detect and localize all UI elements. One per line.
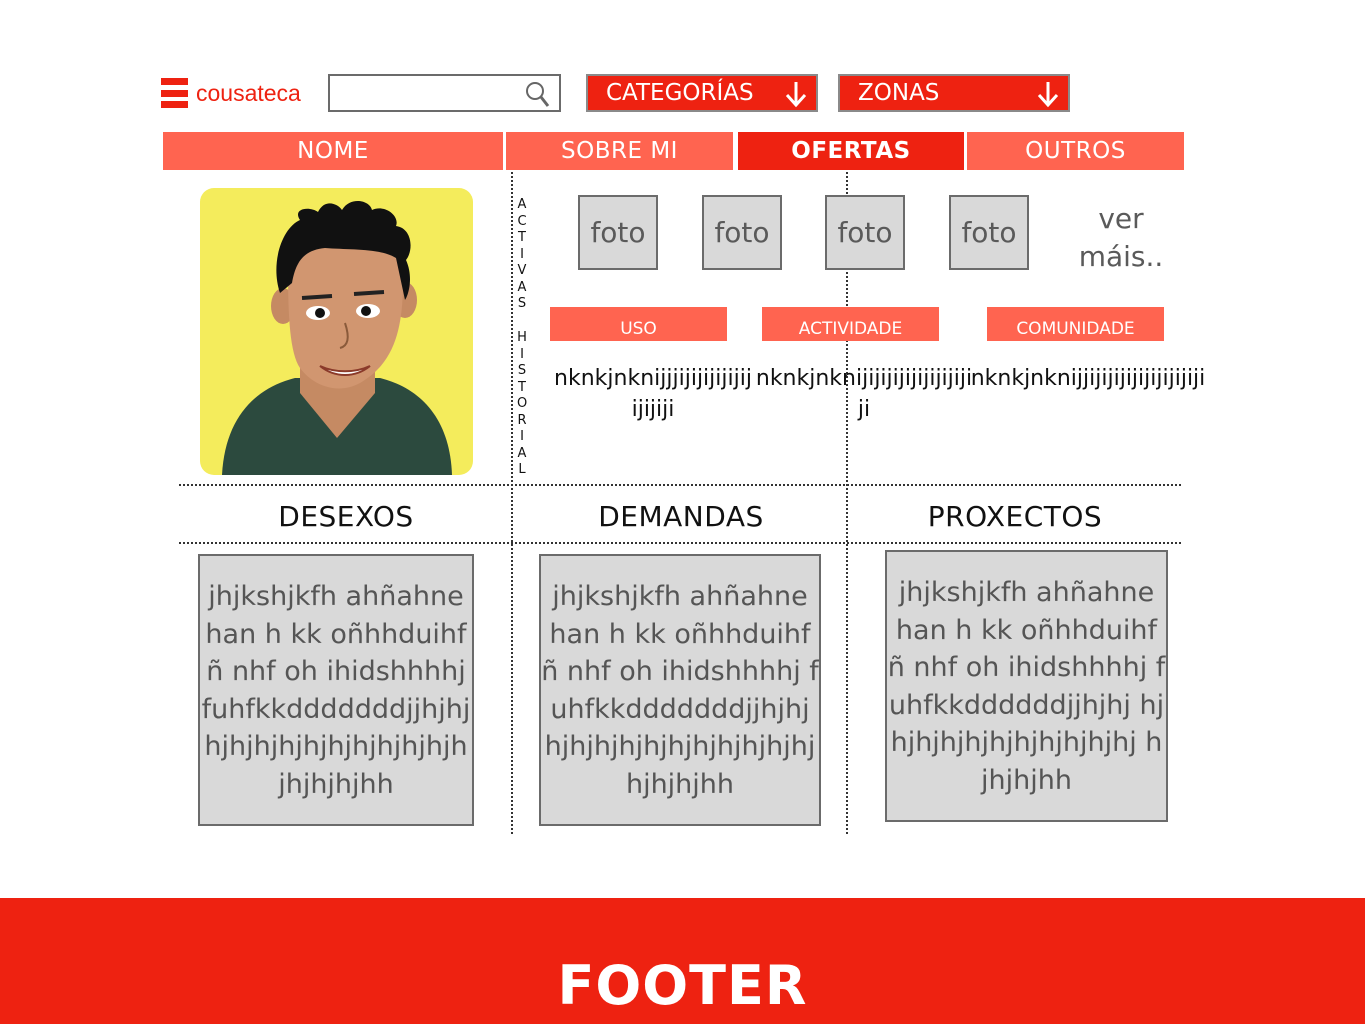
- avatar: [200, 188, 473, 475]
- divider-horizontal: [179, 484, 1181, 486]
- photo-placeholder[interactable]: foto: [949, 195, 1029, 270]
- card-proxectos[interactable]: jhjkshjkfh ahñahne han h kk oñhhduihf ñ …: [885, 550, 1168, 822]
- photo-placeholder[interactable]: foto: [578, 195, 658, 270]
- badge-comunidade[interactable]: COMUNIDADE: [987, 307, 1164, 341]
- zones-dropdown[interactable]: ZONAS: [838, 74, 1070, 112]
- search-box[interactable]: [328, 74, 561, 112]
- rating-text: nknkjnknijijijijijijijijijiji: [755, 366, 973, 422]
- logo-text: cousateca: [196, 79, 301, 106]
- tab-nome[interactable]: NOME: [163, 132, 503, 170]
- section-desexos: DESEXOS: [278, 500, 414, 533]
- divider-horizontal: [179, 542, 1181, 544]
- rating-text: nknkjnknijjjijijijijijijijijiji: [554, 366, 752, 422]
- rating-text: nknkjnknijjijijijijijijijijiji: [970, 366, 1206, 391]
- card-desexos[interactable]: jhjkshjkfh ahñahne han h kk oñhhduihf ñ …: [198, 554, 474, 826]
- section-proxectos: PROXECTOS: [927, 500, 1103, 533]
- menu-icon[interactable]: [161, 78, 188, 108]
- photo-placeholder[interactable]: foto: [702, 195, 782, 270]
- tab-sobre-mi[interactable]: SOBRE MI: [506, 132, 733, 170]
- photo-placeholder[interactable]: foto: [825, 195, 905, 270]
- label-historial[interactable]: HISTORIAL: [517, 330, 527, 479]
- badge-uso[interactable]: USO: [550, 307, 727, 341]
- categories-dropdown[interactable]: CATEGORÍAS: [586, 74, 818, 112]
- logo[interactable]: cousateca: [161, 78, 301, 108]
- search-input[interactable]: [336, 76, 525, 112]
- tab-ofertas[interactable]: OFERTAS: [738, 132, 964, 170]
- footer: FOOTER: [0, 898, 1365, 1024]
- zones-label: ZONAS: [858, 80, 940, 106]
- categories-label: CATEGORÍAS: [606, 80, 754, 106]
- see-more-link[interactable]: ver máis..: [1068, 200, 1174, 276]
- arrow-down-icon: [1037, 82, 1059, 108]
- label-activas[interactable]: ACTIVAS: [517, 197, 527, 313]
- section-demandas: DEMANDAS: [598, 500, 764, 533]
- search-icon[interactable]: [525, 81, 551, 109]
- badge-actividade[interactable]: ACTIVIDADE: [762, 307, 939, 341]
- arrow-down-icon: [785, 82, 807, 108]
- card-demandas[interactable]: jhjkshjkfh ahñahne han h kk oñhhduihf ñ …: [539, 554, 821, 826]
- tab-outros[interactable]: OUTROS: [967, 132, 1184, 170]
